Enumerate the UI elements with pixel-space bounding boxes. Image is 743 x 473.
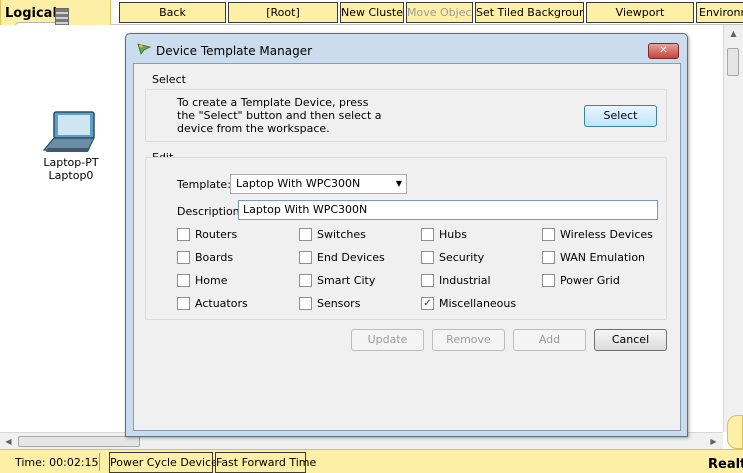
device-name: Laptop0 [48,169,94,182]
remove-button[interactable]: Remove [432,329,505,351]
vertical-scroll-thumb[interactable] [727,48,739,76]
checkbox-label: Miscellaneous [439,297,517,310]
checkbox-label: Home [195,274,228,287]
checkbox-box[interactable] [299,251,312,264]
description-field[interactable]: Laptop With WPC300N [238,200,658,220]
move-object-button[interactable]: Move Object [406,2,473,23]
checkbox-box[interactable] [421,274,434,287]
checkbox-label: Boards [195,251,234,264]
horizontal-scroll-thumb[interactable] [18,436,140,447]
checkbox-label: End Devices [317,251,385,264]
checkbox-box[interactable] [177,251,190,264]
checkbox-box[interactable] [542,228,555,241]
corner-badge [727,415,743,449]
scroll-right-icon[interactable]: ▶ [705,433,722,450]
template-dropdown[interactable]: Laptop With WPC300N ▼ [230,174,407,194]
time-display: Time: 00:02:15 [15,456,99,469]
checkbox-label: Smart City [317,274,376,287]
bottom-divider [99,453,100,471]
checkbox-label: Power Grid [560,274,620,287]
scroll-left-icon[interactable]: ◀ [0,433,17,450]
dialog-titlebar[interactable]: Device Template Manager ✕ [126,34,687,64]
top-toolbar: Back [Root] New Cluster Move Object Set … [0,0,743,25]
checkbox-box[interactable] [299,297,312,310]
update-button[interactable]: Update [351,329,424,351]
environment-button[interactable]: Environm [696,2,743,23]
checkmark-icon[interactable]: ✓ [421,297,434,310]
dialog-title: Device Template Manager [156,44,313,58]
back-button[interactable]: Back [119,2,226,23]
checkbox-label: Routers [195,228,238,241]
cancel-button[interactable]: Cancel [594,329,667,351]
bottom-bar: Time: 00:02:15 Power Cycle Devices Fast … [0,449,743,473]
checkbox-label: Actuators [195,297,248,310]
checkbox-box[interactable] [421,251,434,264]
laptop-label: Laptop-PT Laptop0 [33,156,109,182]
checkbox-box[interactable] [177,228,190,241]
checkbox-label: Switches [317,228,366,241]
checkbox-box[interactable] [542,251,555,264]
chevron-down-icon: ▼ [395,179,402,188]
select-group-label: Select [152,73,186,86]
vertical-scrollbar[interactable]: ▲ [723,25,743,432]
checkbox-box[interactable] [177,274,190,287]
scroll-up-icon[interactable]: ▲ [724,25,743,42]
template-label: Template: [177,178,231,191]
description-label: Description: [177,205,244,218]
select-button[interactable]: Select [584,105,657,127]
checkbox-label: Wireless Devices [560,228,653,241]
app-icon [137,43,152,55]
checkbox-box[interactable] [299,228,312,241]
checkbox-label: Industrial [439,274,491,287]
checkbox-box[interactable] [421,228,434,241]
checkbox-box[interactable] [299,274,312,287]
set-tiled-background-button[interactable]: Set Tiled Background [475,2,584,23]
fast-forward-time-button[interactable]: Fast Forward Time [215,452,316,473]
root-button[interactable]: [Root] [228,2,338,23]
checkbox-label: Hubs [439,228,467,241]
new-cluster-button[interactable]: New Cluster [340,2,404,23]
device-model: Laptop-PT [43,156,99,169]
close-icon[interactable]: ✕ [648,43,679,59]
checkbox-label: WAN Emulation [560,251,646,264]
select-description: To create a Template Device, press the "… [177,96,382,135]
viewport-button[interactable]: Viewport [586,2,694,23]
template-value: Laptop With WPC300N [236,177,361,190]
laptop-icon[interactable] [40,110,100,157]
power-cycle-devices-button[interactable]: Power Cycle Devices [109,452,224,473]
checkbox-label: Sensors [317,297,361,310]
add-button[interactable]: Add [513,329,586,351]
checkbox-label: Security [439,251,485,264]
checkbox-box[interactable] [177,297,190,310]
realtime-tab[interactable]: Realt [708,457,743,472]
checkbox-box[interactable] [542,274,555,287]
